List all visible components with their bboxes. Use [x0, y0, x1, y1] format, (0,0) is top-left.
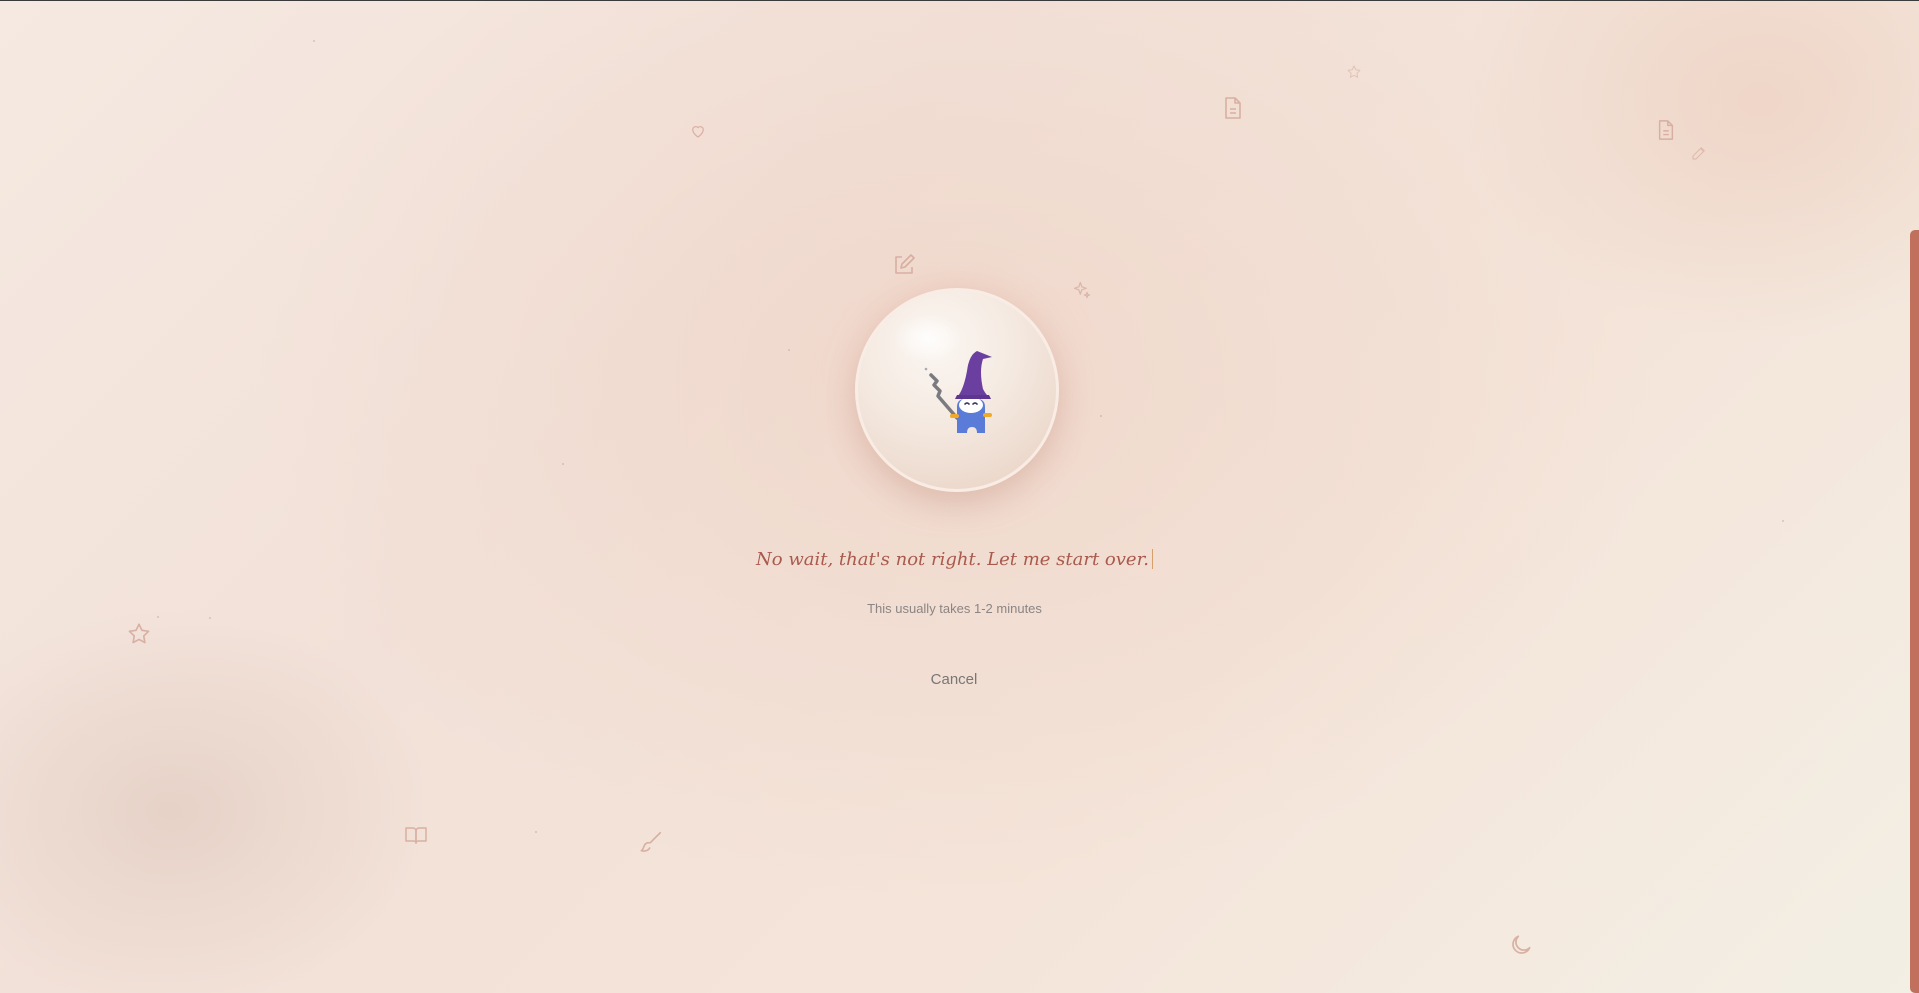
dust-dot: [788, 349, 790, 351]
window-top-border: [0, 0, 1919, 1]
estimated-time-text: This usually takes 1-2 minutes: [867, 601, 1042, 616]
pencil-icon: [892, 253, 916, 277]
brush-icon: [638, 829, 664, 855]
dust-dot: [209, 617, 211, 619]
dust-dot: [157, 616, 159, 618]
moon-icon: [1508, 932, 1534, 958]
cancel-button[interactable]: Cancel: [904, 664, 1004, 694]
heart-icon: [689, 122, 707, 140]
dust-dot: [313, 40, 315, 42]
dust-dot: [1100, 415, 1102, 417]
book-icon: [404, 825, 428, 845]
document-icon: [1222, 96, 1244, 120]
status-message: No wait, that's not right. Let me start …: [0, 549, 1909, 570]
status-message-text: No wait, that's not right. Let me start …: [756, 549, 1149, 570]
dust-dot: [535, 831, 537, 833]
star-icon: [1346, 64, 1362, 80]
scrollbar-thumb[interactable]: [1910, 230, 1919, 993]
pencil-icon: [1690, 144, 1708, 162]
typing-cursor: [1151, 549, 1153, 569]
scrollbar[interactable]: [1909, 0, 1919, 993]
document-icon: [1656, 119, 1676, 141]
crystal-ball-icon: [855, 288, 1059, 492]
dust-dot: [1782, 520, 1784, 522]
dust-dot: [562, 463, 564, 465]
star-icon: [126, 621, 152, 647]
wizard-icon: [924, 351, 992, 433]
sparkle-icon: [1072, 280, 1092, 300]
